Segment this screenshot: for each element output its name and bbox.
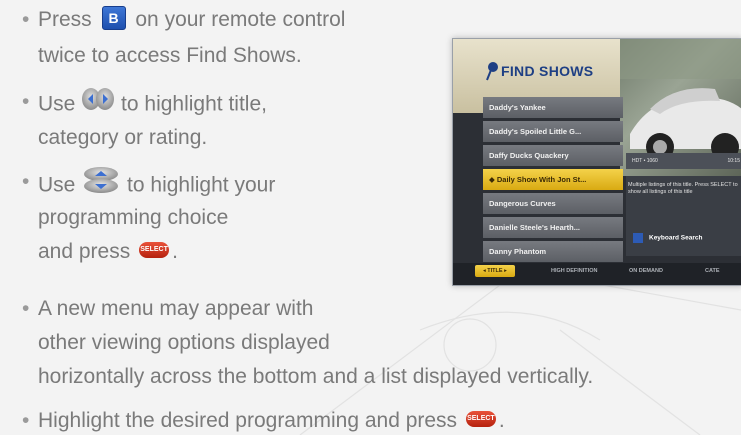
program-description: Multiple listings of this title. Press S… <box>628 182 738 195</box>
keyboard-search-button[interactable]: Keyboard Search <box>633 233 702 243</box>
up-down-arrows-icon <box>81 166 121 202</box>
program-list-item[interactable]: Daddy's Spoiled Little G... <box>483 121 623 142</box>
instruction-2-line-2: category or rating. <box>38 126 208 149</box>
tab-category[interactable]: CATE <box>705 268 720 274</box>
program-list-item-selected[interactable]: ◆ Daily Show With Jon St... <box>483 169 623 190</box>
program-list-item[interactable]: Danielle Steele's Hearth... <box>483 217 623 238</box>
tab-high-definition[interactable]: HIGH DEFINITION <box>551 268 597 274</box>
instruction-4-line-1: • A new menu may appear with <box>22 297 314 320</box>
pin-icon <box>486 62 498 81</box>
program-list-item[interactable]: Daddy's Yankee <box>483 97 623 118</box>
program-list: Daddy's Yankee Daddy's Spoiled Little G.… <box>483 97 623 265</box>
instruction-3-line-1: • Use to highlight your <box>22 166 275 204</box>
instruction-5-line-1: • Highlight the desired programming and … <box>22 409 505 432</box>
channel-info-bar: HDT • 1060 10:15 <box>626 153 741 169</box>
tab-on-demand[interactable]: ON DEMAND <box>629 268 663 274</box>
tab-title[interactable]: ◂ TITLE ▸ <box>475 265 515 277</box>
instruction-3-line-3: and press SELECT. <box>38 240 178 263</box>
select-button-icon: SELECT <box>465 411 496 428</box>
program-list-item[interactable]: Danny Phantom <box>483 241 623 262</box>
filter-tabs: ◂ TITLE ▸ HIGH DEFINITION ON DEMAND CATE <box>453 263 741 285</box>
b-button-icon: B <box>101 6 126 31</box>
keyboard-key-icon <box>633 233 643 243</box>
instruction-1-line-2: twice to access Find Shows. <box>38 44 302 67</box>
instruction-2-line-1: • Use to highlight title, <box>22 86 267 122</box>
instruction-3-line-2: programming choice <box>38 206 229 229</box>
program-list-item[interactable]: Daffy Ducks Quackery <box>483 145 623 166</box>
instruction-1-line-1: • Press B on your remote control <box>22 6 346 31</box>
find-shows-title: FIND SHOWS <box>501 63 594 79</box>
instruction-4-line-2: other viewing options displayed <box>38 331 330 354</box>
instruction-4-line-3: horizontally across the bottom and a lis… <box>38 365 594 388</box>
left-right-arrows-icon <box>81 86 115 120</box>
find-shows-screen: FIND SHOWS Daddy's Yankee Daddy's Spoile… <box>452 38 741 286</box>
program-list-item[interactable]: Dangerous Curves <box>483 193 623 214</box>
select-button-icon: SELECT <box>139 242 170 259</box>
